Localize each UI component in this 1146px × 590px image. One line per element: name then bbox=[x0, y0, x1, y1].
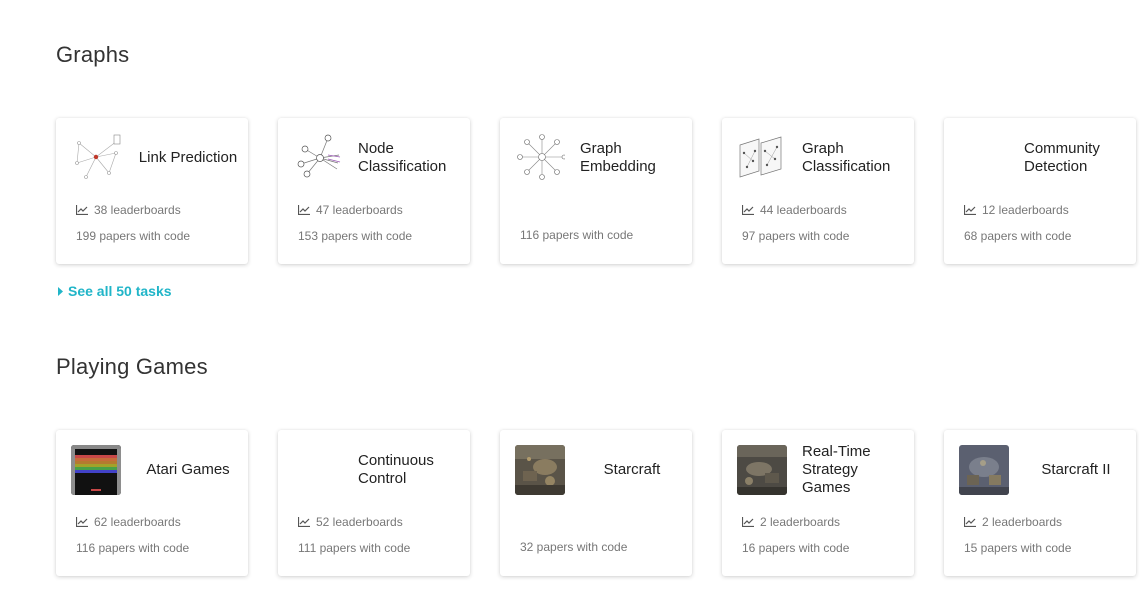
star-graph-icon bbox=[515, 133, 565, 183]
starcraft-screenshot-image bbox=[515, 445, 565, 495]
task-card-continuous-control[interactable]: Continuous Control 52 leaderboards 111 p… bbox=[278, 430, 470, 576]
task-card-node-classification[interactable]: Node Classification 47 leaderboards 153 … bbox=[278, 118, 470, 264]
papers-stat: 97 papers with code bbox=[742, 229, 850, 243]
card-title: Continuous Control bbox=[358, 452, 434, 487]
papers-stat: 68 papers with code bbox=[964, 229, 1072, 243]
leaderboards-stat: 2 leaderboards bbox=[964, 515, 1062, 529]
rts-screenshot-image bbox=[737, 445, 787, 495]
papers-stat: 153 papers with code bbox=[298, 229, 413, 243]
task-card-starcraft[interactable]: Starcraft 32 papers with code bbox=[500, 430, 692, 576]
node-graph-icon bbox=[293, 133, 343, 183]
papers-stat: 116 papers with code bbox=[76, 541, 190, 555]
card-title: Starcraft bbox=[603, 461, 661, 478]
papers-stat: 16 papers with code bbox=[742, 541, 850, 555]
caret-right-icon bbox=[58, 286, 63, 296]
link-prediction-graph-icon bbox=[71, 133, 121, 183]
leaderboards-stat: 2 leaderboards bbox=[742, 515, 840, 529]
leaderboards-stat: 12 leaderboards bbox=[964, 203, 1069, 217]
task-card-graph-classification[interactable]: Graph Classification 44 leaderboards 97 … bbox=[722, 118, 914, 264]
trend-chart-icon bbox=[76, 517, 88, 527]
atari-breakout-image bbox=[71, 445, 121, 495]
task-card-community-detection[interactable]: Community Detection 12 leaderboards 68 p… bbox=[944, 118, 1136, 264]
graphs-task-cards: Link Prediction 38 leaderboards 199 pape… bbox=[56, 118, 1146, 264]
trend-chart-icon bbox=[964, 205, 976, 215]
task-card-graph-embedding[interactable]: Graph Embedding 116 papers with code bbox=[500, 118, 692, 264]
trend-chart-icon bbox=[298, 205, 310, 215]
trend-chart-icon bbox=[76, 205, 88, 215]
trend-chart-icon bbox=[742, 205, 754, 215]
task-card-link-prediction[interactable]: Link Prediction 38 leaderboards 199 pape… bbox=[56, 118, 248, 264]
leaderboards-stat: 62 leaderboards bbox=[76, 515, 181, 529]
leaderboards-stat: 52 leaderboards bbox=[298, 515, 403, 529]
card-title: Graph Embedding bbox=[580, 140, 656, 175]
card-title: Atari Games bbox=[146, 461, 230, 478]
leaderboards-stat: 44 leaderboards bbox=[742, 203, 847, 217]
games-task-cards: Atari Games 62 leaderboards 116 papers w… bbox=[56, 430, 1146, 576]
card-title: Link Prediction bbox=[138, 149, 238, 166]
papers-stat: 32 papers with code bbox=[520, 540, 628, 554]
leaderboards-stat: 47 leaderboards bbox=[298, 203, 403, 217]
papers-stat: 116 papers with code bbox=[520, 228, 634, 242]
card-title: Real-Time Strategy Games bbox=[802, 443, 871, 496]
card-title: Graph Classification bbox=[802, 140, 891, 175]
task-card-real-time-strategy-games[interactable]: Real-Time Strategy Games 2 leaderboards … bbox=[722, 430, 914, 576]
section-title-graphs: Graphs bbox=[56, 42, 130, 67]
trend-chart-icon bbox=[298, 517, 310, 527]
card-title: Node Classification bbox=[358, 140, 447, 175]
see-all-tasks-link[interactable]: See all 50 tasks bbox=[58, 283, 172, 299]
papers-stat: 111 papers with code bbox=[298, 541, 411, 555]
trend-chart-icon bbox=[964, 517, 976, 527]
task-card-starcraft-ii[interactable]: Starcraft II 2 leaderboards 15 papers wi… bbox=[944, 430, 1136, 576]
card-title: Starcraft II bbox=[1041, 461, 1111, 478]
papers-stat: 15 papers with code bbox=[964, 541, 1072, 555]
section-title-playing-games: Playing Games bbox=[56, 354, 208, 379]
trend-chart-icon bbox=[742, 517, 754, 527]
card-title: Community Detection bbox=[1024, 140, 1100, 175]
starcraft2-screenshot-image bbox=[959, 445, 1009, 495]
leaderboards-stat: 38 leaderboards bbox=[76, 203, 181, 217]
papers-stat: 199 papers with code bbox=[76, 229, 191, 243]
graph-layers-icon bbox=[737, 133, 787, 183]
task-card-atari-games[interactable]: Atari Games 62 leaderboards 116 papers w… bbox=[56, 430, 248, 576]
